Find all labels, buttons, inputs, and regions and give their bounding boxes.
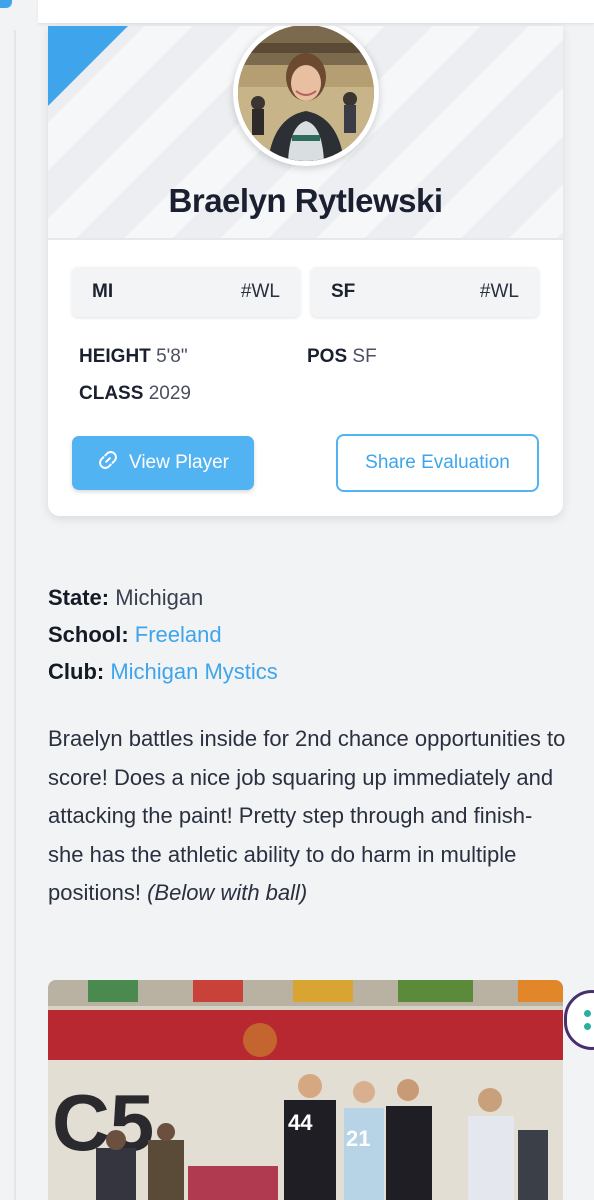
game-photo: C5 44 21 [48,980,563,1200]
avatar [233,26,379,166]
top-accent [0,0,12,8]
evaluation-body: Braelyn battles inside for 2nd chance op… [48,726,566,905]
player-name: Braelyn Rytlewski [168,182,443,219]
school-info-label: School: [48,622,129,647]
floating-menu-button[interactable] [564,990,594,1050]
class-value: 2029 [148,383,191,404]
link-icon [97,449,119,477]
state-tag: MI [92,281,114,302]
share-evaluation-label: Share Evaluation [365,452,510,473]
top-bar [38,0,594,24]
class-label: CLASS [79,383,144,404]
state-info-label: State: [48,585,110,610]
club-link[interactable]: Michigan Mystics [110,659,277,684]
evaluation-text: Braelyn battles inside for 2nd chance op… [48,720,568,913]
svg-text:21: 21 [346,1126,370,1151]
view-player-button[interactable]: View Player [72,436,254,490]
card-hero: Braelyn Rytlewski [48,26,563,240]
position-tag: SF [331,281,356,302]
position-value: SF [352,346,377,367]
left-rule [14,30,16,1200]
position-stat: POS SF [307,346,377,368]
position-rank: #WL [479,281,519,302]
school-link[interactable]: Freeland [135,622,222,647]
top-strip [0,0,594,26]
position-rank-box: SF #WL [311,267,539,317]
state-info-value: Michigan [115,585,204,610]
avatar-photo [238,26,374,161]
state-info: State: Michigan [48,585,203,611]
avatar-image [238,26,374,161]
game-photo-image: C5 44 21 [48,980,563,1200]
evaluation-note: (Below with ball) [147,880,308,905]
height-label: HEIGHT [79,346,151,367]
school-info: School: Freeland [48,622,222,648]
player-card: Braelyn Rytlewski MI #WL SF #WL HEIGHT 5… [48,26,563,516]
height-value: 5'8" [156,346,188,367]
club-info: Club: Michigan Mystics [48,659,278,685]
state-rank: #WL [240,281,280,302]
position-label: POS [307,346,348,367]
hero-corner-accent [48,26,128,106]
view-player-label: View Player [129,452,229,473]
height-stat: HEIGHT 5'8" [79,346,188,368]
share-evaluation-button[interactable]: Share Evaluation [336,434,539,492]
class-stat: CLASS 2029 [79,383,191,405]
svg-text:44: 44 [288,1110,313,1135]
state-rank-box: MI #WL [72,267,300,317]
club-info-label: Club: [48,659,105,684]
